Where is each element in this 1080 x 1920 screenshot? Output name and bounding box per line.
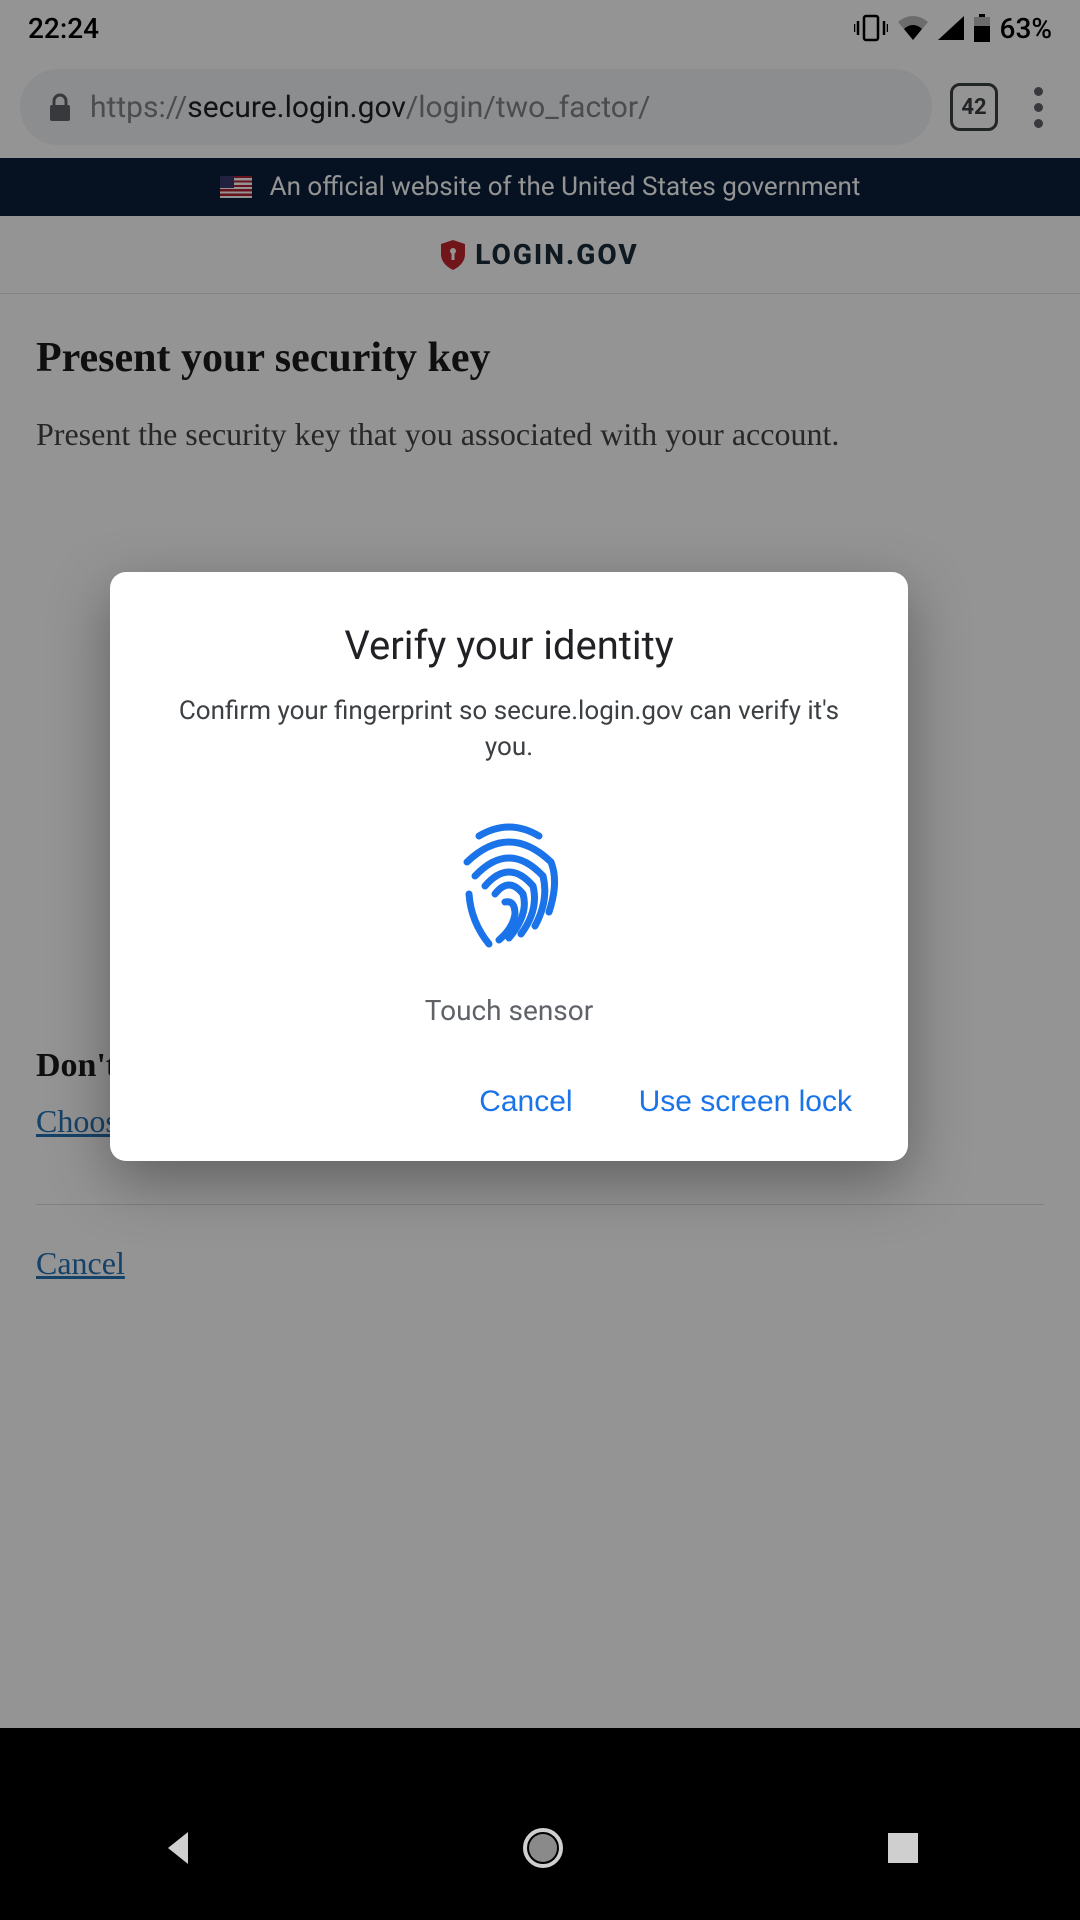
dialog-cancel-button[interactable]: Cancel	[479, 1085, 572, 1119]
sensor-label: Touch sensor	[160, 994, 858, 1027]
dialog-subtitle: Confirm your fingerprint so secure.login…	[160, 693, 858, 766]
android-nav-bar	[0, 1776, 1080, 1920]
back-button[interactable]	[160, 1828, 200, 1868]
home-button[interactable]	[521, 1826, 565, 1870]
dialog-title: Verify your identity	[160, 622, 858, 669]
recent-button[interactable]	[886, 1831, 920, 1865]
fingerprint-icon	[449, 822, 569, 952]
use-screen-lock-button[interactable]: Use screen lock	[639, 1085, 852, 1119]
fingerprint-dialog: Verify your identity Confirm your finger…	[110, 572, 908, 1161]
